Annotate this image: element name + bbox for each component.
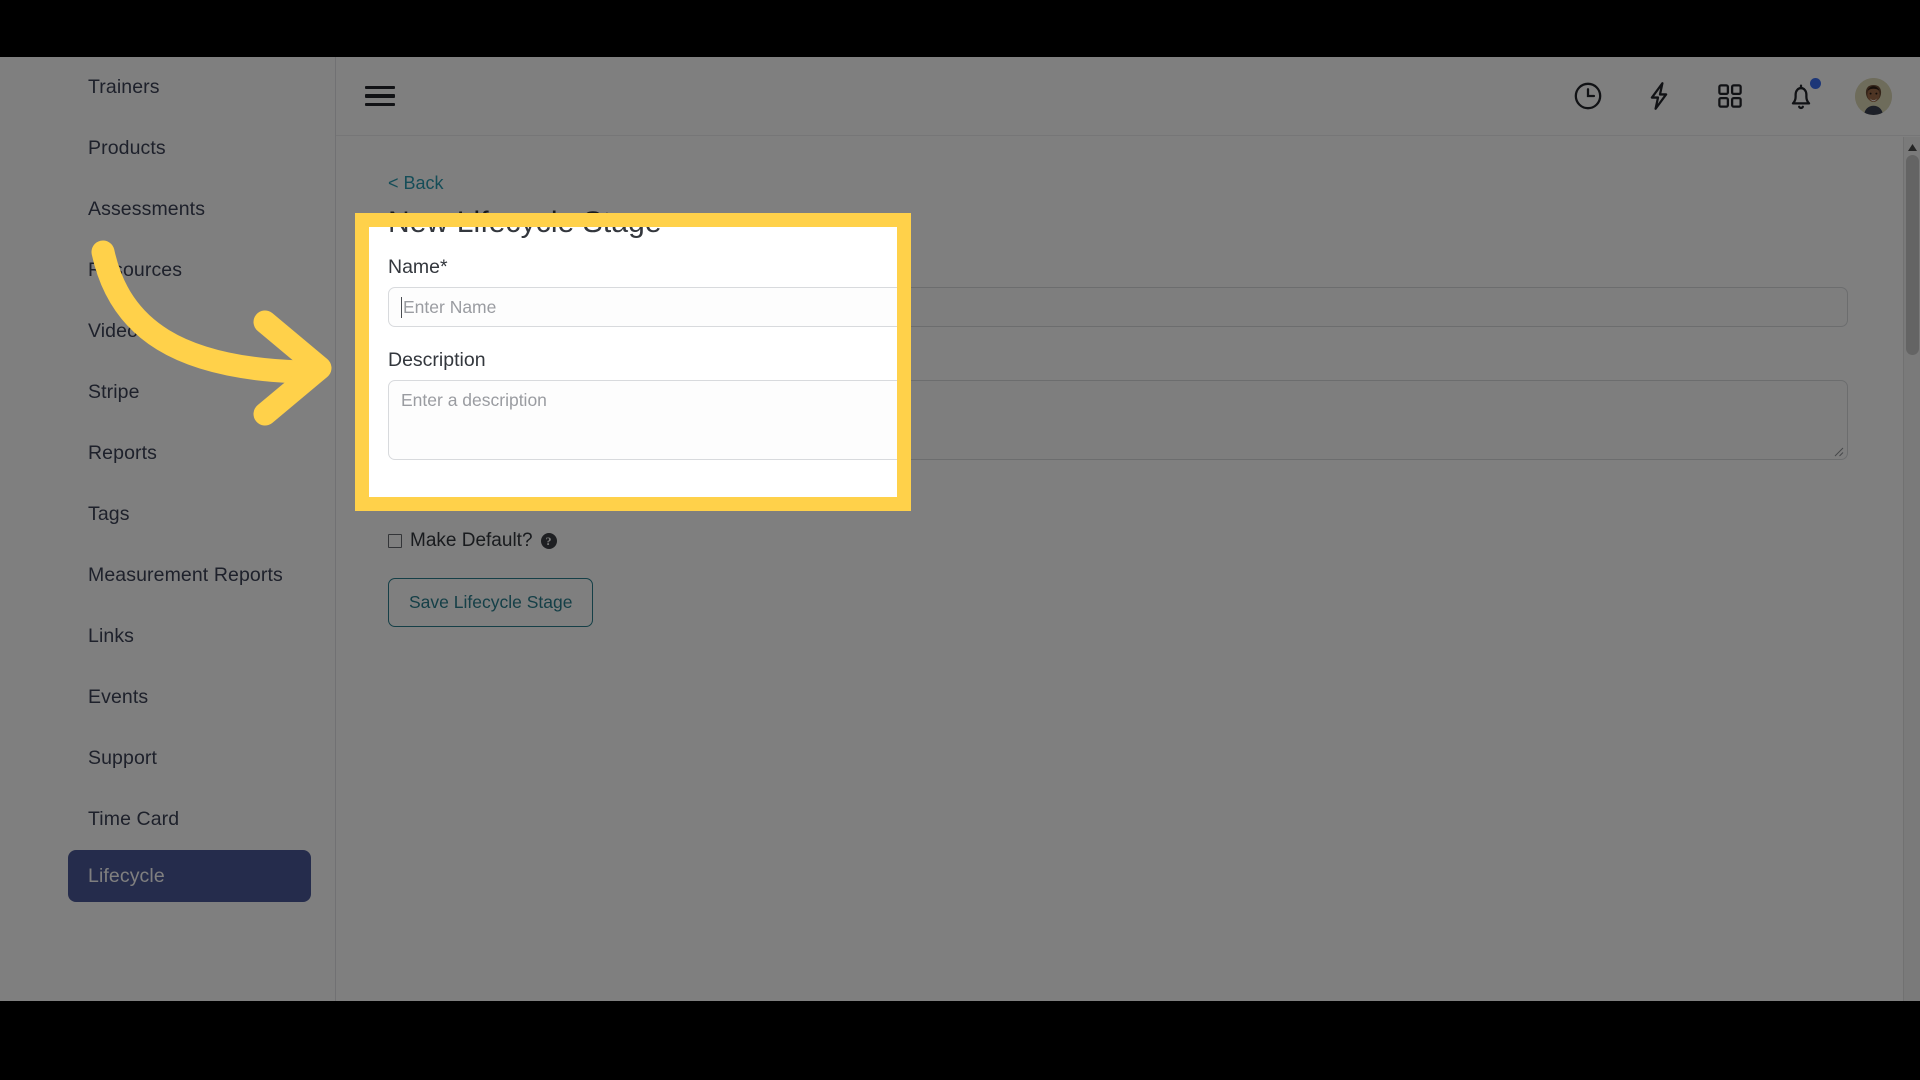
sidebar-item-label: Stripe	[88, 381, 140, 403]
notification-badge-dot	[1810, 78, 1821, 89]
sidebar-item-label: Reports	[88, 442, 157, 464]
sidebar-item-label: Tags	[88, 503, 130, 525]
top-header-bar	[336, 57, 1920, 136]
sidebar-item-label: Trainers	[88, 76, 160, 98]
make-default-label: Make Default?	[410, 530, 533, 551]
help-icon[interactable]: ?	[540, 533, 557, 549]
sidebar-item-label: Lifecycle	[88, 864, 165, 887]
sidebar-item-label: Time Card	[88, 808, 180, 830]
sidebar-item-assessments[interactable]: Assessments	[0, 179, 335, 240]
sidebar-item-tags[interactable]: Tags	[0, 484, 335, 545]
sidebar-item-label: Resources	[88, 259, 183, 281]
header-actions	[1571, 77, 1892, 115]
sidebar-item-reports[interactable]: Reports	[0, 423, 335, 484]
hamburger-menu-icon[interactable]	[365, 84, 395, 108]
sidebar-item-products[interactable]: Products	[0, 118, 335, 179]
bell-icon[interactable]	[1784, 78, 1821, 113]
sidebar-item-label: Products	[88, 137, 166, 159]
application-window: Trainers Products Assessments Resources …	[0, 57, 1920, 1001]
sidebar-item-label: Links	[88, 625, 135, 647]
sidebar-item-links[interactable]: Links	[0, 606, 335, 667]
make-default-checkbox[interactable]	[388, 534, 402, 548]
annotation-highlight-box	[355, 213, 911, 511]
vertical-scrollbar[interactable]	[1903, 137, 1920, 1001]
sidebar-item-label: Assessments	[88, 198, 206, 220]
save-lifecycle-stage-button[interactable]: Save Lifecycle Stage	[388, 578, 594, 627]
scroll-up-arrow[interactable]	[1904, 140, 1920, 154]
sidebar-item-trainers[interactable]: Trainers	[0, 57, 335, 118]
sidebar-item-label: Videos	[88, 320, 148, 342]
sidebar-navigation: Trainers Products Assessments Resources …	[0, 57, 336, 1001]
sidebar-item-stripe[interactable]: Stripe	[0, 362, 335, 423]
screenshot-root: Trainers Products Assessments Resources …	[0, 0, 1920, 1080]
sidebar-item-resources[interactable]: Resources	[0, 240, 335, 301]
sidebar-item-events[interactable]: Events	[0, 667, 335, 728]
sidebar-item-time-card[interactable]: Time Card	[0, 789, 335, 850]
sidebar-item-label: Support	[88, 747, 157, 769]
make-default-row: Make Default? ?	[388, 530, 1870, 552]
lightning-bolt-icon[interactable]	[1642, 79, 1676, 113]
grid-apps-icon[interactable]	[1713, 79, 1747, 113]
resize-handle-icon[interactable]	[1831, 444, 1844, 457]
sidebar-item-videos[interactable]: Videos	[0, 301, 335, 362]
sidebar-item-lifecycle[interactable]: Lifecycle	[68, 850, 311, 902]
user-avatar[interactable]	[1855, 77, 1892, 115]
sidebar-item-label: Measurement Reports	[88, 564, 283, 586]
sidebar-item-measurement-reports[interactable]: Measurement Reports	[0, 545, 335, 606]
sidebar-item-label: Events	[88, 686, 149, 708]
back-link[interactable]: < Back	[388, 173, 444, 194]
sidebar-item-support[interactable]: Support	[0, 728, 335, 789]
clock-icon[interactable]	[1571, 79, 1605, 113]
scrollbar-thumb[interactable]	[1906, 155, 1919, 355]
